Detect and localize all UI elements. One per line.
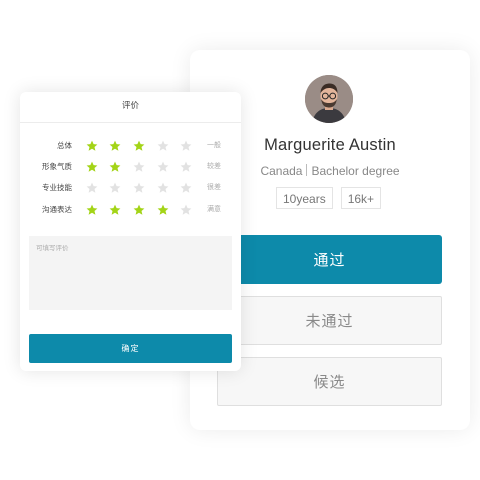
rating-label: 形象气质	[42, 162, 72, 171]
star-icon[interactable]	[157, 204, 169, 216]
rating-text: 一般	[207, 141, 221, 149]
star-icon[interactable]	[86, 140, 98, 152]
rating-row: 总体 一般	[20, 138, 241, 154]
rating-row: 专业技能 很差	[20, 180, 241, 196]
salary-tag: 16k+	[340, 187, 382, 209]
star-icon[interactable]	[133, 204, 145, 216]
candidate-education: Bachelor degree	[311, 164, 400, 178]
evaluation-card: 评价 总体 一般形象气质 较差专业技能 很差沟通表达 满意 确定	[20, 92, 241, 371]
evaluation-title: 评价	[20, 92, 241, 123]
rating-text: 较差	[207, 162, 221, 170]
confirm-button[interactable]: 确定	[29, 334, 232, 363]
star-icon[interactable]	[109, 140, 121, 152]
star-icon[interactable]	[86, 204, 98, 216]
standby-button[interactable]: 候选	[217, 357, 442, 406]
star-icon[interactable]	[86, 161, 98, 173]
rating-text: 满意	[207, 205, 221, 213]
star-icon[interactable]	[109, 204, 121, 216]
star-icon[interactable]	[157, 161, 169, 173]
star-icon[interactable]	[109, 161, 121, 173]
star-icon[interactable]	[180, 140, 192, 152]
rating-label: 沟通表达	[42, 205, 72, 214]
star-icon[interactable]	[180, 204, 192, 216]
user-photo-icon	[305, 75, 353, 123]
rating-label: 专业技能	[42, 183, 72, 192]
avatar	[305, 75, 353, 123]
star-icon[interactable]	[86, 182, 98, 194]
fail-button[interactable]: 未通过	[217, 296, 442, 345]
rating-row: 形象气质 较差	[20, 159, 241, 175]
rating-label: 总体	[57, 141, 72, 150]
star-icon[interactable]	[180, 182, 192, 194]
star-icon[interactable]	[133, 182, 145, 194]
candidate-location: Canada	[260, 164, 303, 178]
star-icon[interactable]	[157, 182, 169, 194]
comment-input[interactable]	[29, 236, 232, 310]
rating-row: 沟通表达 满意	[20, 202, 241, 218]
star-icon[interactable]	[133, 140, 145, 152]
experience-tag: 10years	[276, 187, 333, 209]
star-icon[interactable]	[109, 182, 121, 194]
rating-text: 很差	[207, 183, 221, 191]
meta-divider	[306, 164, 308, 176]
star-icon[interactable]	[157, 140, 169, 152]
pass-button[interactable]: 通过	[217, 235, 442, 284]
candidate-tags: 10years 16k+	[276, 187, 382, 209]
star-icon[interactable]	[133, 161, 145, 173]
star-icon[interactable]	[180, 161, 192, 173]
